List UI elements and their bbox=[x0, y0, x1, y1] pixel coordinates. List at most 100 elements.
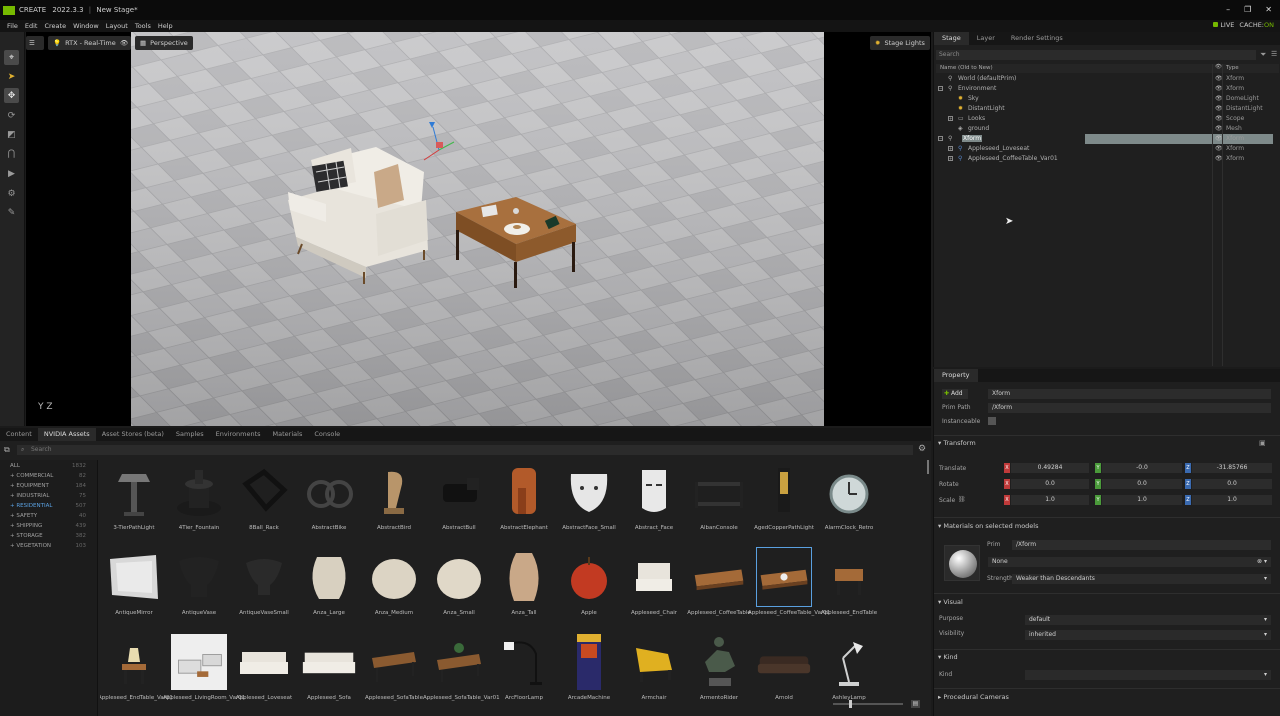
column-type[interactable]: Type bbox=[1226, 65, 1239, 71]
asset-tile[interactable]: Anza_Medium bbox=[362, 545, 426, 629]
menu-layout[interactable]: Layout bbox=[106, 22, 128, 30]
stage-lights-button[interactable]: ✹ Stage Lights bbox=[870, 36, 930, 50]
rotate-z-field[interactable]: 0.0 bbox=[1192, 479, 1272, 489]
grid-view-icon[interactable]: ▤ bbox=[911, 700, 920, 708]
pointer-icon[interactable]: ➤ bbox=[4, 69, 19, 84]
collection-icon[interactable]: ⧉ bbox=[4, 445, 10, 455]
strength-dropdown[interactable]: Weaker than Descendants ▾ bbox=[1012, 574, 1271, 584]
live-indicator[interactable]: LIVE bbox=[1213, 21, 1234, 29]
play-icon[interactable]: ▶ bbox=[4, 166, 19, 181]
asset-tile[interactable]: AbstractBull bbox=[427, 460, 491, 544]
tab-asset-stores[interactable]: Asset Stores (beta) bbox=[96, 428, 170, 441]
asset-tile[interactable]: Anza_Tall bbox=[492, 545, 556, 629]
asset-tile[interactable]: AgedCopperPathLight bbox=[752, 460, 816, 544]
instanceable-checkbox[interactable] bbox=[988, 417, 996, 425]
expand-icon[interactable]: + bbox=[948, 156, 953, 161]
tree-row-distantlight[interactable]: ✹ DistantLight 👁 DistantLight bbox=[936, 104, 1279, 114]
tree-row-looks[interactable]: + ▭ Looks 👁 Scope bbox=[936, 114, 1279, 124]
tab-nvidia-assets[interactable]: NVIDIA Assets bbox=[37, 428, 96, 441]
eye-toggle-icon[interactable]: 👁 bbox=[117, 36, 132, 50]
asset-tile[interactable]: Arnold bbox=[752, 630, 816, 714]
cache-indicator[interactable]: CACHE:ON bbox=[1239, 21, 1274, 29]
asset-tile[interactable]: ArcFloorLamp bbox=[492, 630, 556, 714]
tab-environments[interactable]: Environments bbox=[210, 428, 267, 441]
asset-tile[interactable]: AbstractElephant bbox=[492, 460, 556, 544]
rotate-icon[interactable]: ⟳ bbox=[4, 108, 19, 123]
translate-z-field[interactable]: -31.85766 bbox=[1192, 463, 1272, 473]
expand-icon[interactable]: + bbox=[948, 146, 953, 151]
asset-tile[interactable]: Appleseed_CoffeeTable bbox=[687, 545, 751, 629]
tab-samples[interactable]: Samples bbox=[170, 428, 210, 441]
tree-row-coffeetable[interactable]: + ⚲ Appleseed_CoffeeTable_Var01 👁 Xform bbox=[936, 154, 1279, 164]
transform-options-icon[interactable]: ▣ bbox=[1259, 439, 1266, 447]
tab-property[interactable]: Property bbox=[934, 369, 978, 382]
column-name[interactable]: Name (Old to New) bbox=[940, 65, 993, 71]
material-dropdown[interactable]: None ⊗ ▾ bbox=[988, 557, 1271, 567]
category-commercial[interactable]: + COMMERCIAL 82 bbox=[0, 472, 97, 482]
tree-row-xform[interactable]: − ⚲ Xform 👁 Xform bbox=[936, 134, 1279, 144]
column-divider[interactable] bbox=[1222, 64, 1223, 366]
category-all[interactable]: ALL 1832 bbox=[0, 462, 97, 472]
scale-icon[interactable]: ◩ bbox=[4, 127, 19, 142]
add-button[interactable]: ✚ Add bbox=[942, 389, 968, 399]
move-icon[interactable]: ✥ bbox=[4, 88, 19, 103]
tab-render-settings[interactable]: Render Settings bbox=[1003, 32, 1071, 45]
category-residential[interactable]: + RESIDENTIAL 507 bbox=[0, 502, 97, 512]
thumbnail-size-slider[interactable]: ▤ bbox=[833, 700, 923, 708]
asset-tile[interactable]: Armchair bbox=[622, 630, 686, 714]
kind-section[interactable]: ▾ Kind bbox=[938, 653, 958, 661]
scale-x-field[interactable]: 1.0 bbox=[1011, 495, 1089, 505]
purpose-dropdown[interactable]: default ▾ bbox=[1025, 615, 1271, 625]
rotate-y-field[interactable]: 0.0 bbox=[1102, 479, 1182, 489]
tree-row-world[interactable]: ⚲ World (defaultPrim) 👁 Xform bbox=[936, 74, 1279, 84]
prim-path-field[interactable]: /Xform bbox=[988, 403, 1271, 413]
stage-search-input[interactable]: Search bbox=[936, 50, 1256, 60]
asset-tile[interactable]: 4Tier_Fountain bbox=[167, 460, 231, 544]
material-prim-field[interactable]: /Xform bbox=[1012, 540, 1271, 550]
camera-button[interactable]: ▦ Perspective bbox=[135, 36, 193, 50]
filter-icon[interactable]: ⏷ bbox=[1260, 50, 1269, 59]
asset-tile[interactable]: Appleseed_SofaTable_Var01 bbox=[423, 630, 500, 714]
asset-tile[interactable]: Abstract_Face bbox=[622, 460, 686, 544]
category-equipment[interactable]: + EQUIPMENT 184 bbox=[0, 482, 97, 492]
menu-edit[interactable]: Edit bbox=[25, 22, 38, 30]
content-search-input[interactable]: Search bbox=[17, 445, 913, 455]
physics-icon[interactable]: ⚙ bbox=[4, 186, 19, 201]
category-safety[interactable]: + SAFETY 40 bbox=[0, 512, 97, 522]
paint-icon[interactable]: ✎ bbox=[4, 205, 19, 220]
asset-tile[interactable]: Appleseed_EndTable bbox=[817, 545, 881, 629]
scale-y-field[interactable]: 1.0 bbox=[1102, 495, 1182, 505]
menu-window[interactable]: Window bbox=[73, 22, 99, 30]
asset-tile[interactable]: ArmentoRider bbox=[687, 630, 751, 714]
asset-tile[interactable]: Anza_Large bbox=[297, 545, 361, 629]
minimize-button[interactable]: – bbox=[1226, 5, 1230, 14]
hamburger-menu-icon[interactable]: ☰ bbox=[26, 36, 44, 50]
options-icon[interactable]: ☰ bbox=[1271, 50, 1277, 58]
transform-section[interactable]: ▾ Transform bbox=[938, 439, 976, 447]
tab-layer[interactable]: Layer bbox=[969, 32, 1003, 45]
visibility-dropdown[interactable]: inherited ▾ bbox=[1025, 630, 1271, 640]
asset-tile[interactable]: Appleseed_EndTable_Var01 bbox=[100, 630, 173, 714]
translate-y-field[interactable]: -0.0 bbox=[1102, 463, 1182, 473]
procedural-cameras-section[interactable]: ▸ Procedural Cameras bbox=[938, 693, 1009, 701]
category-storage[interactable]: + STORAGE 382 bbox=[0, 532, 97, 542]
expand-icon[interactable]: + bbox=[948, 116, 953, 121]
category-vegetation[interactable]: + VEGETATION 103 bbox=[0, 542, 97, 552]
asset-tile[interactable]: ArcadeMachine bbox=[557, 630, 621, 714]
asset-scrollbar[interactable] bbox=[926, 458, 930, 688]
asset-tile[interactable]: Apple bbox=[557, 545, 621, 629]
snap-icon[interactable]: ⋂ bbox=[4, 146, 19, 161]
asset-tile[interactable]: Appleseed_Chair bbox=[622, 545, 686, 629]
kind-dropdown[interactable]: ▾ bbox=[1025, 670, 1271, 680]
asset-tile[interactable]: 3-TierPathLight bbox=[102, 460, 166, 544]
scale-z-field[interactable]: 1.0 bbox=[1192, 495, 1272, 505]
scene-view[interactable] bbox=[26, 32, 931, 426]
asset-tile[interactable]: Appleseed_Sofa bbox=[297, 630, 361, 714]
column-divider[interactable] bbox=[1212, 64, 1213, 366]
tab-materials[interactable]: Materials bbox=[267, 428, 309, 441]
menu-file[interactable]: File bbox=[7, 22, 18, 30]
asset-tile[interactable]: 8Ball_Rack bbox=[232, 460, 296, 544]
asset-tile[interactable]: AntiqueVaseSmall bbox=[232, 545, 296, 629]
tab-stage[interactable]: Stage bbox=[934, 32, 969, 45]
asset-tile[interactable]: AbstractBike bbox=[297, 460, 361, 544]
